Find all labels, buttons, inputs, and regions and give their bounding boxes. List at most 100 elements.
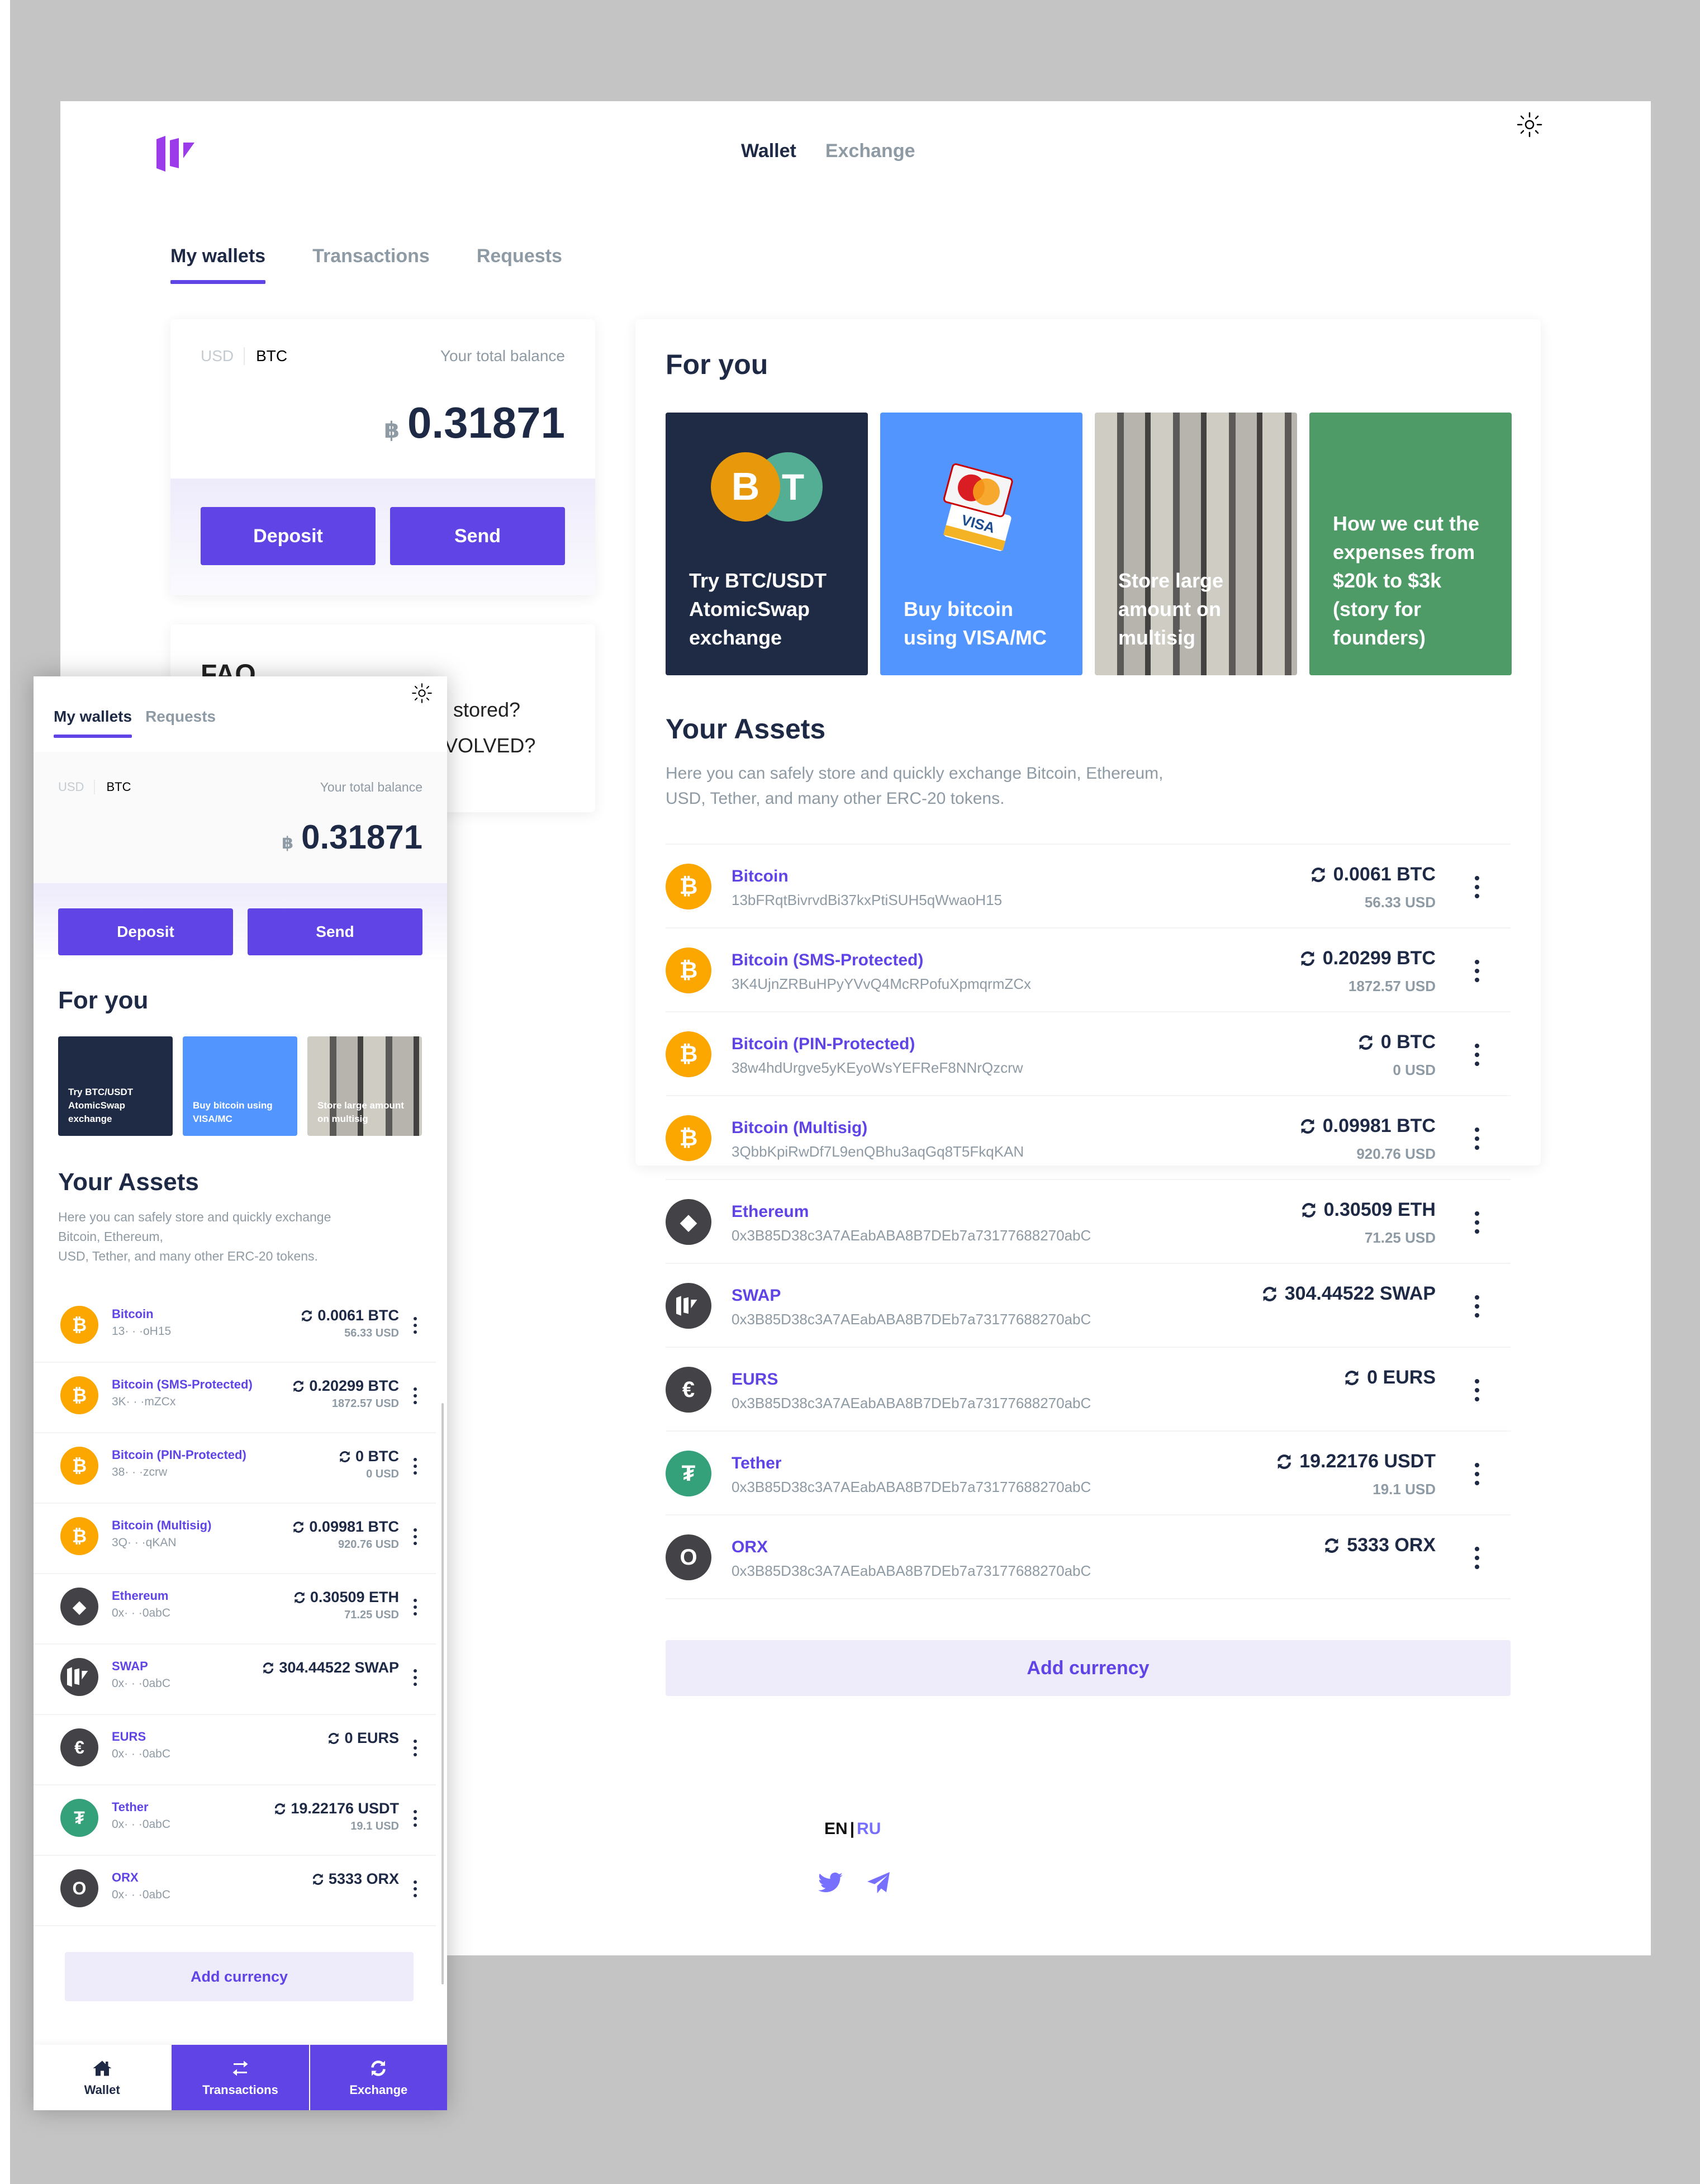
asset-row[interactable]: ◆ Ethereum 0x· · ·0abC 0.30509 ETH 71.25 USD — [34, 1574, 436, 1645]
asset-row[interactable]: ₿ Bitcoin 13bFRqtBivrvdBi37kxPtiSUH5qWwaoH… — [666, 845, 1511, 928]
more-options-icon[interactable] — [1471, 1127, 1483, 1150]
refresh-icon[interactable] — [338, 1449, 352, 1464]
currency-usd-option[interactable]: USD — [201, 347, 245, 365]
asset-name[interactable]: Ethereum — [732, 1202, 809, 1221]
asset-row[interactable]: ₿ Bitcoin 13· · ·oH15 0.0061 BTC 56.33 USD — [34, 1292, 436, 1363]
currency-btc-option[interactable]: BTC — [245, 347, 287, 365]
promo-card-atomicswap[interactable]: B T Try BTC/USDT AtomicSwap exchange — [666, 413, 868, 675]
asset-name[interactable]: Bitcoin (SMS-Protected) — [732, 951, 923, 970]
refresh-icon[interactable] — [1322, 1536, 1341, 1555]
asset-row[interactable]: SWAP 0x· · ·0abC 304.44522 SWAP — [34, 1645, 436, 1715]
asset-name[interactable]: SWAP — [732, 1286, 781, 1305]
more-options-icon[interactable] — [1471, 1211, 1483, 1234]
asset-row[interactable]: ₿ Bitcoin (Multisig) 3Q· · ·qKAN 0.09981 BT… — [34, 1504, 436, 1574]
faq-question[interactable]: VOLVED? — [444, 734, 535, 757]
asset-row[interactable]: ₿ Bitcoin (SMS-Protected) 3K4UjnZRBuHPyYVv… — [666, 928, 1511, 1012]
more-options-icon[interactable] — [1471, 876, 1483, 898]
refresh-icon[interactable] — [1356, 1033, 1375, 1052]
tab-requests[interactable]: Requests — [145, 708, 216, 738]
bottom-nav-transactions[interactable]: Transactions — [170, 2045, 309, 2110]
refresh-icon[interactable] — [326, 1731, 341, 1746]
refresh-icon[interactable] — [1309, 865, 1328, 884]
currency-usd-option[interactable]: USD — [58, 780, 96, 794]
tab-transactions[interactable]: Transactions — [312, 245, 430, 284]
currency-btc-option[interactable]: BTC — [95, 780, 131, 794]
refresh-icon[interactable] — [292, 1590, 307, 1605]
more-options-icon[interactable] — [411, 1458, 419, 1475]
refresh-icon[interactable] — [300, 1309, 314, 1323]
nav-exchange[interactable]: Exchange — [825, 140, 915, 162]
sun-icon[interactable] — [1516, 111, 1544, 139]
asset-row[interactable]: ◆ Ethereum 0x3B85D38c3A7AEabABA8B7DEb7a731… — [666, 1180, 1511, 1264]
promo-card-buy-bitcoin[interactable]: VISA Buy bitcoin using VISA/MC — [880, 413, 1082, 675]
more-options-icon[interactable] — [1471, 1044, 1483, 1066]
refresh-icon[interactable] — [1299, 1201, 1318, 1220]
asset-row[interactable]: O ORX 0x3B85D38c3A7AEabABA8B7DEb7a73177688… — [666, 1515, 1511, 1599]
more-options-icon[interactable] — [411, 1317, 419, 1334]
refresh-icon[interactable] — [1298, 1117, 1317, 1136]
asset-row[interactable]: ₿ Bitcoin (SMS-Protected) 3K· · ·mZCx 0.202… — [34, 1363, 436, 1433]
more-options-icon[interactable] — [1471, 1295, 1483, 1318]
asset-name[interactable]: Bitcoin (Multisig) — [732, 1119, 867, 1138]
bottom-nav-wallet[interactable]: Wallet — [34, 2045, 171, 2110]
twitter-icon[interactable] — [815, 1870, 846, 1897]
more-options-icon[interactable] — [411, 1810, 419, 1827]
asset-row[interactable]: SWAP 0x3B85D38c3A7AEabABA8B7DEb7a73177688… — [666, 1264, 1511, 1348]
nav-wallet[interactable]: Wallet — [741, 140, 796, 162]
asset-row[interactable]: ₮ Tether 0x3B85D38c3A7AEabABA8B7DEb7a73177… — [666, 1432, 1511, 1515]
refresh-icon[interactable] — [291, 1520, 306, 1534]
asset-name[interactable]: Bitcoin (PIN-Protected) — [112, 1448, 246, 1462]
asset-row[interactable]: O ORX 0x· · ·0abC 5333 ORX — [34, 1856, 436, 1926]
asset-name[interactable]: Tether — [732, 1454, 781, 1473]
refresh-icon[interactable] — [1260, 1285, 1279, 1304]
language-ru[interactable]: RU — [857, 1820, 881, 1838]
more-options-icon[interactable] — [1471, 1379, 1483, 1401]
tab-my-wallets[interactable]: My wallets — [170, 245, 266, 284]
scrollbar[interactable] — [441, 1403, 444, 1984]
telegram-icon[interactable] — [863, 1870, 894, 1897]
promo-card-story[interactable]: How we cut the expenses from $20k to $3k… — [1309, 413, 1512, 675]
asset-name[interactable]: Bitcoin (PIN-Protected) — [732, 1035, 915, 1054]
more-options-icon[interactable] — [411, 1599, 419, 1616]
asset-name[interactable]: Bitcoin — [112, 1307, 154, 1321]
more-options-icon[interactable] — [411, 1880, 419, 1897]
asset-name[interactable]: Ethereum — [112, 1589, 168, 1603]
refresh-icon[interactable] — [273, 1802, 287, 1816]
add-currency-button[interactable]: Add currency — [65, 1952, 414, 2001]
asset-name[interactable]: SWAP — [112, 1659, 148, 1674]
more-options-icon[interactable] — [411, 1528, 419, 1545]
asset-row[interactable]: ₿ Bitcoin (PIN-Protected) 38· · ·zcrw 0 BTC… — [34, 1433, 436, 1504]
asset-row[interactable]: € EURS 0x3B85D38c3A7AEabABA8B7DEb7a7317768… — [666, 1348, 1511, 1432]
bottom-nav-exchange[interactable]: Exchange — [308, 2045, 447, 2110]
asset-name[interactable]: Bitcoin (SMS-Protected) — [112, 1377, 253, 1392]
deposit-button[interactable]: Deposit — [201, 507, 376, 565]
add-currency-button[interactable]: Add currency — [666, 1640, 1511, 1696]
asset-row[interactable]: ₿ Bitcoin (PIN-Protected) 38w4hdUrgve5yKEy… — [666, 1012, 1511, 1096]
asset-name[interactable]: EURS — [112, 1730, 146, 1744]
tab-my-wallets[interactable]: My wallets — [54, 708, 132, 738]
send-button[interactable]: Send — [248, 908, 422, 955]
more-options-icon[interactable] — [411, 1740, 419, 1756]
more-options-icon[interactable] — [411, 1387, 419, 1404]
promo-card-atomicswap[interactable]: Try BTC/USDT AtomicSwap exchange — [58, 1036, 173, 1136]
promo-card-multisig[interactable]: Store large amount on multisig — [1095, 413, 1297, 675]
refresh-icon[interactable] — [1298, 949, 1317, 968]
refresh-icon[interactable] — [291, 1379, 306, 1394]
sun-icon[interactable] — [411, 682, 433, 704]
asset-name[interactable]: Tether — [112, 1800, 149, 1815]
refresh-icon[interactable] — [261, 1661, 276, 1675]
refresh-icon[interactable] — [1342, 1368, 1361, 1387]
faq-question[interactable]: s stored? — [438, 698, 520, 722]
asset-row[interactable]: ₿ Bitcoin (Multisig) 3QbbKpiRwDf7L9enQBhu3… — [666, 1096, 1511, 1180]
asset-name[interactable]: Bitcoin (Multisig) — [112, 1518, 211, 1533]
asset-row[interactable]: € EURS 0x· · ·0abC 0 EURS — [34, 1715, 436, 1785]
refresh-icon[interactable] — [311, 1872, 325, 1887]
asset-name[interactable]: ORX — [112, 1870, 139, 1885]
language-en[interactable]: EN — [824, 1820, 848, 1838]
tab-requests[interactable]: Requests — [477, 245, 562, 284]
asset-name[interactable]: ORX — [732, 1538, 768, 1557]
more-options-icon[interactable] — [1471, 1463, 1483, 1485]
promo-card-buy-bitcoin[interactable]: Buy bitcoin using VISA/MC — [183, 1036, 297, 1136]
logo-icon[interactable] — [156, 136, 201, 172]
more-options-icon[interactable] — [411, 1669, 419, 1686]
